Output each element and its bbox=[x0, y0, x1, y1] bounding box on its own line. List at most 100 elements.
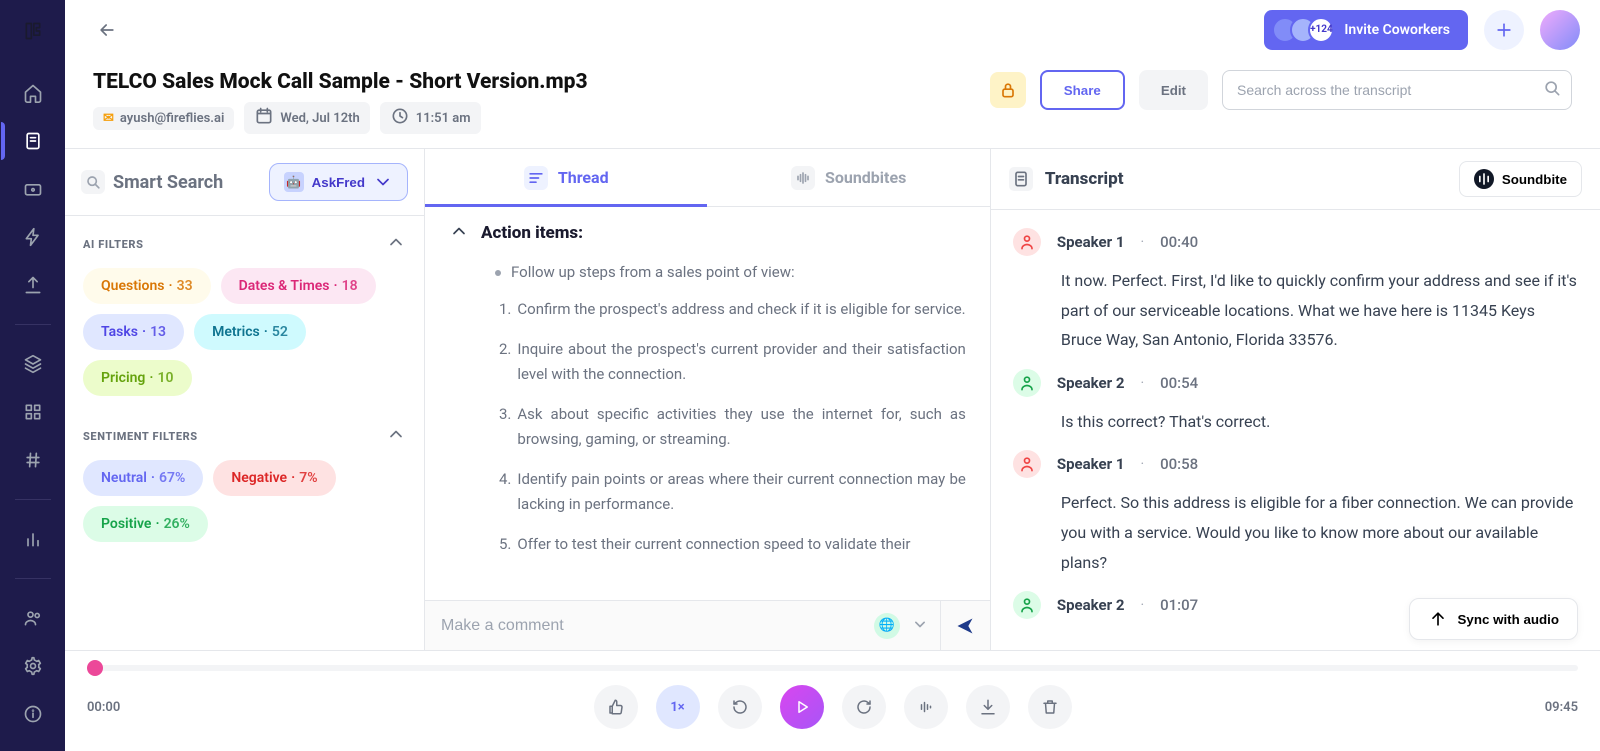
current-time: 00:00 bbox=[87, 700, 147, 715]
askfred-button[interactable]: 🤖 AskFred bbox=[269, 163, 408, 201]
sentiment-filters-label: SENTIMENT FILTERS bbox=[83, 430, 198, 443]
filter-chip[interactable]: Dates & Times · 18 bbox=[221, 268, 376, 304]
transcript-turn: Speaker 1·00:58Perfect. So this address … bbox=[1013, 450, 1578, 577]
tab-soundbites[interactable]: Soundbites bbox=[707, 149, 989, 206]
meeting-time: 11:51 am bbox=[416, 111, 471, 126]
filter-chip[interactable]: Metrics · 52 bbox=[194, 314, 306, 350]
progress-bar[interactable] bbox=[87, 665, 1578, 671]
top-header: +124 Invite Coworkers bbox=[65, 0, 1600, 60]
speaker-name: Speaker 2 bbox=[1057, 374, 1125, 392]
play-button[interactable] bbox=[780, 685, 824, 729]
ai-filters-label: AI FILTERS bbox=[83, 238, 144, 251]
nav-settings-icon[interactable] bbox=[20, 653, 46, 679]
brand-logo bbox=[16, 14, 50, 48]
download-button[interactable] bbox=[966, 685, 1010, 729]
nav-hash-icon[interactable] bbox=[20, 447, 46, 473]
date-chip[interactable]: Wed, Jul 12th bbox=[244, 102, 369, 134]
turn-timestamp[interactable]: 00:58 bbox=[1160, 455, 1198, 473]
progress-handle[interactable] bbox=[87, 660, 103, 676]
filters-column: Smart Search 🤖 AskFred AI FILTERS Questi… bbox=[65, 149, 425, 650]
privacy-lock-icon[interactable] bbox=[990, 72, 1026, 108]
transcript-search-input[interactable] bbox=[1222, 70, 1572, 110]
nav-bolt-icon[interactable] bbox=[20, 224, 46, 250]
thumbs-up-button[interactable] bbox=[594, 685, 638, 729]
turn-text: It now. Perfect. First, I'd like to quic… bbox=[1061, 266, 1578, 355]
audio-player: 00:00 1× 09:45 bbox=[65, 651, 1600, 751]
nav-analytics-icon[interactable] bbox=[20, 526, 46, 552]
transcript-title: Transcript bbox=[1045, 169, 1124, 189]
mail-icon: ✉ bbox=[103, 111, 114, 126]
speaker-name: Speaker 1 bbox=[1057, 455, 1125, 473]
clock-icon bbox=[390, 106, 410, 130]
turn-timestamp[interactable]: 01:07 bbox=[1160, 596, 1198, 614]
waveform-button[interactable] bbox=[904, 685, 948, 729]
invite-avatars: +124 bbox=[1272, 17, 1334, 43]
nav-upload-icon[interactable] bbox=[20, 272, 46, 298]
avatar-count: +124 bbox=[1308, 17, 1334, 43]
nav-layers-icon[interactable] bbox=[20, 351, 46, 377]
owner-chip[interactable]: ✉ ayush@fireflies.ai bbox=[93, 107, 234, 130]
nav-notebook-icon[interactable] bbox=[20, 128, 46, 154]
time-chip[interactable]: 11:51 am bbox=[380, 102, 481, 134]
thread-column: Thread Soundbites Action items: bbox=[425, 149, 991, 650]
transcript-turn: Speaker 1·00:40It now. Perfect. First, I… bbox=[1013, 228, 1578, 355]
nav-info-icon[interactable] bbox=[20, 701, 46, 727]
document-icon bbox=[1009, 167, 1033, 191]
speaker-avatar bbox=[1013, 228, 1041, 256]
nav-grid-icon[interactable] bbox=[20, 399, 46, 425]
collapse-action-items[interactable] bbox=[449, 221, 469, 245]
collapse-sentiment-filters[interactable] bbox=[386, 424, 406, 448]
left-nav-rail bbox=[0, 0, 65, 751]
invite-coworkers-button[interactable]: +124 Invite Coworkers bbox=[1264, 10, 1468, 50]
back-button[interactable] bbox=[89, 12, 125, 48]
meeting-date: Wed, Jul 12th bbox=[280, 111, 359, 126]
speaker-avatar bbox=[1013, 369, 1041, 397]
nav-home-icon[interactable] bbox=[20, 80, 46, 106]
action-items-title: Action items: bbox=[481, 223, 583, 243]
playback-speed-button[interactable]: 1× bbox=[656, 685, 700, 729]
tab-thread[interactable]: Thread bbox=[425, 149, 707, 206]
send-button[interactable] bbox=[940, 601, 990, 651]
rewind-5-button[interactable] bbox=[718, 685, 762, 729]
turn-timestamp[interactable]: 00:54 bbox=[1160, 374, 1198, 392]
filter-chip[interactable]: Pricing · 10 bbox=[83, 360, 192, 396]
sentiment-chip[interactable]: Positive · 26% bbox=[83, 506, 208, 542]
smart-search-label: Smart Search bbox=[81, 170, 223, 194]
turn-timestamp[interactable]: 00:40 bbox=[1160, 233, 1198, 251]
speaker-name: Speaker 2 bbox=[1057, 596, 1125, 614]
collapse-ai-filters[interactable] bbox=[386, 232, 406, 256]
owner-email: ayush@fireflies.ai bbox=[120, 111, 224, 126]
visibility-globe-icon[interactable]: 🌐 bbox=[874, 613, 900, 639]
search-icon bbox=[1542, 78, 1562, 102]
action-lead: Follow up steps from a sales point of vi… bbox=[511, 263, 795, 281]
delete-button[interactable] bbox=[1028, 685, 1072, 729]
turn-text: Perfect. So this address is eligible for… bbox=[1061, 488, 1578, 577]
rail-separator bbox=[15, 324, 51, 325]
edit-button[interactable]: Edit bbox=[1139, 70, 1208, 110]
sync-audio-button[interactable]: Sync with audio bbox=[1409, 598, 1578, 640]
total-time: 09:45 bbox=[1518, 700, 1578, 715]
add-button[interactable] bbox=[1484, 10, 1524, 50]
action-item: 2.Inquire about the prospect's current p… bbox=[499, 337, 966, 388]
filter-chip[interactable]: Questions · 33 bbox=[83, 268, 211, 304]
user-avatar[interactable] bbox=[1540, 10, 1580, 50]
invite-label: Invite Coworkers bbox=[1344, 22, 1450, 38]
rail-separator bbox=[15, 578, 51, 579]
comment-input[interactable] bbox=[441, 617, 864, 635]
sentiment-chip[interactable]: Neutral · 67% bbox=[83, 460, 203, 496]
action-item: 3.Ask about specific activities they use… bbox=[499, 402, 966, 453]
nav-team-icon[interactable] bbox=[20, 605, 46, 631]
title-bar: TELCO Sales Mock Call Sample - Short Ver… bbox=[65, 60, 1600, 149]
visibility-dropdown[interactable] bbox=[910, 614, 930, 638]
calendar-icon bbox=[254, 106, 274, 130]
forward-15-button[interactable] bbox=[842, 685, 886, 729]
speaker-avatar bbox=[1013, 591, 1041, 619]
nav-inbox-icon[interactable] bbox=[20, 176, 46, 202]
arrow-up-icon bbox=[1428, 609, 1448, 629]
filter-chip[interactable]: Tasks · 13 bbox=[83, 314, 184, 350]
share-button[interactable]: Share bbox=[1040, 70, 1125, 110]
search-icon bbox=[81, 170, 105, 194]
sentiment-chip[interactable]: Negative · 7% bbox=[213, 460, 335, 496]
bot-icon: 🤖 bbox=[284, 172, 304, 192]
create-soundbite-button[interactable]: Soundbite bbox=[1459, 161, 1582, 197]
